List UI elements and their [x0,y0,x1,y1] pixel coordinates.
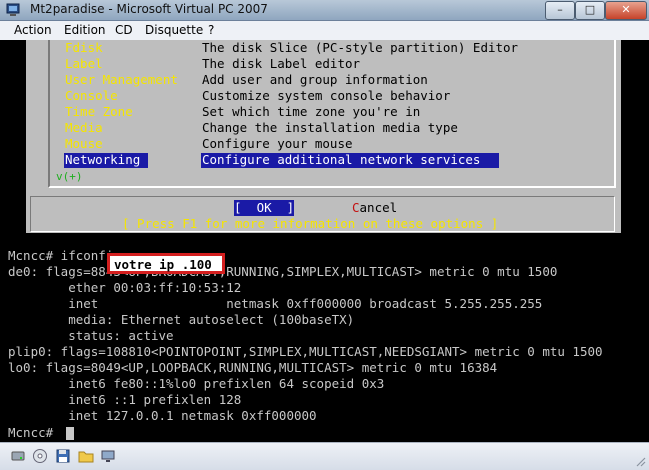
floppy-icon[interactable] [55,448,71,464]
cancel-label: ancel [359,200,398,215]
menu-item-mouse-desc: Configure your mouse [202,136,353,151]
menu-item-console-key[interactable]: Console [65,88,118,104]
menu-item-label-key[interactable]: Label [65,56,103,72]
menu-item-networking-desc: Configure additional network services [202,152,481,167]
close-button[interactable]: ✕ [605,1,647,20]
menu-item-console-desc: Customize system console behavior [202,88,451,103]
terminal-line: ether 00:03:ff:10:53:12 [8,280,242,295]
terminal-prompt[interactable]: Mcncc# [8,425,61,441]
menu-item-mouse-key[interactable]: Mouse [65,136,103,152]
sysinstall-dialog: Fdisk The disk Slice (PC-style partition… [26,40,621,233]
menu-item-label-desc: The disk Label editor [202,56,361,71]
terminal-line: inet6 fe80::1%lo0 prefixlen 64 scopeid 0… [8,376,385,391]
terminal-line: de0: flags=8843<UP,BROADCAST,RUNNING,SIM… [8,264,558,279]
menu-item-fdisk-desc: The disk Slice (PC-style partition) Edit… [202,40,519,55]
help-hint: [ Press F1 for more information on these… [122,216,499,231]
window-title: Mt2paradise - Microsoft Virtual PC 2007 [30,2,268,16]
scroll-indicator: v(+) [56,170,83,183]
menu-item-networking-key[interactable]: Networking [65,152,140,168]
menu-item-fdisk-key[interactable]: Fdisk [65,40,103,56]
terminal-line: status: active [8,328,174,343]
menu-item-user-management-desc: Add user and group information [202,72,428,87]
terminal-line: inet6 ::1 prefixlen 128 [8,392,242,407]
menu-bar: Action Edition CD Disquette ? [0,21,649,41]
vm-screen[interactable]: Fdisk The disk Slice (PC-style partition… [0,40,649,442]
cd-icon[interactable] [32,448,48,464]
minimize-button[interactable]: – [545,1,575,20]
menu-item-time-zone-desc: Set which time zone you're in [202,104,421,119]
terminal-line: Mcncc# ifconfig [8,248,121,263]
menu-item-media-desc: Change the installation media type [202,120,458,135]
virtual-pc-app-icon[interactable] [6,3,20,17]
cancel-hotkey: C [352,200,360,215]
shared-folder-icon[interactable] [78,448,94,464]
menu-item-time-zone-key[interactable]: Time Zone [65,104,133,120]
terminal-line: media: Ethernet autoselect (100baseTX) [8,312,355,327]
menu-help[interactable]: ? [208,23,214,37]
menu-edition[interactable]: Edition [64,23,106,37]
terminal-cursor [66,427,74,440]
terminal-line: inet 127.0.0.1 netmask 0xff000000 [8,408,317,423]
menu-item-media-key[interactable]: Media [65,120,103,136]
menu-cd[interactable]: CD [115,23,133,37]
menu-action[interactable]: Action [14,23,52,37]
terminal-line: lo0: flags=8049<UP,LOOPBACK,RUNNING,MULT… [8,360,498,375]
menu-item-user-management-key[interactable]: User Management [65,72,178,88]
network-icon[interactable] [100,448,116,464]
cancel-button[interactable]: Cancel [352,200,397,216]
resize-grip-icon[interactable] [634,455,646,467]
menu-disquette[interactable]: Disquette [145,23,203,37]
ok-button[interactable]: [ OK ] [234,200,295,216]
ip-annotation-box: votre ip .100 [107,253,225,274]
status-bar [0,442,649,470]
maximize-button[interactable]: □ [575,1,605,20]
window-titlebar: Mt2paradise - Microsoft Virtual PC 2007 … [0,0,649,21]
disk-activity-icon[interactable] [10,448,26,464]
ip-annotation-text: votre ip .100 [114,257,212,272]
terminal-line: inet netmask 0xff000000 broadcast 5.255.… [8,296,543,311]
terminal-line: plip0: flags=108810<POINTOPOINT,SIMPLEX,… [8,344,603,359]
